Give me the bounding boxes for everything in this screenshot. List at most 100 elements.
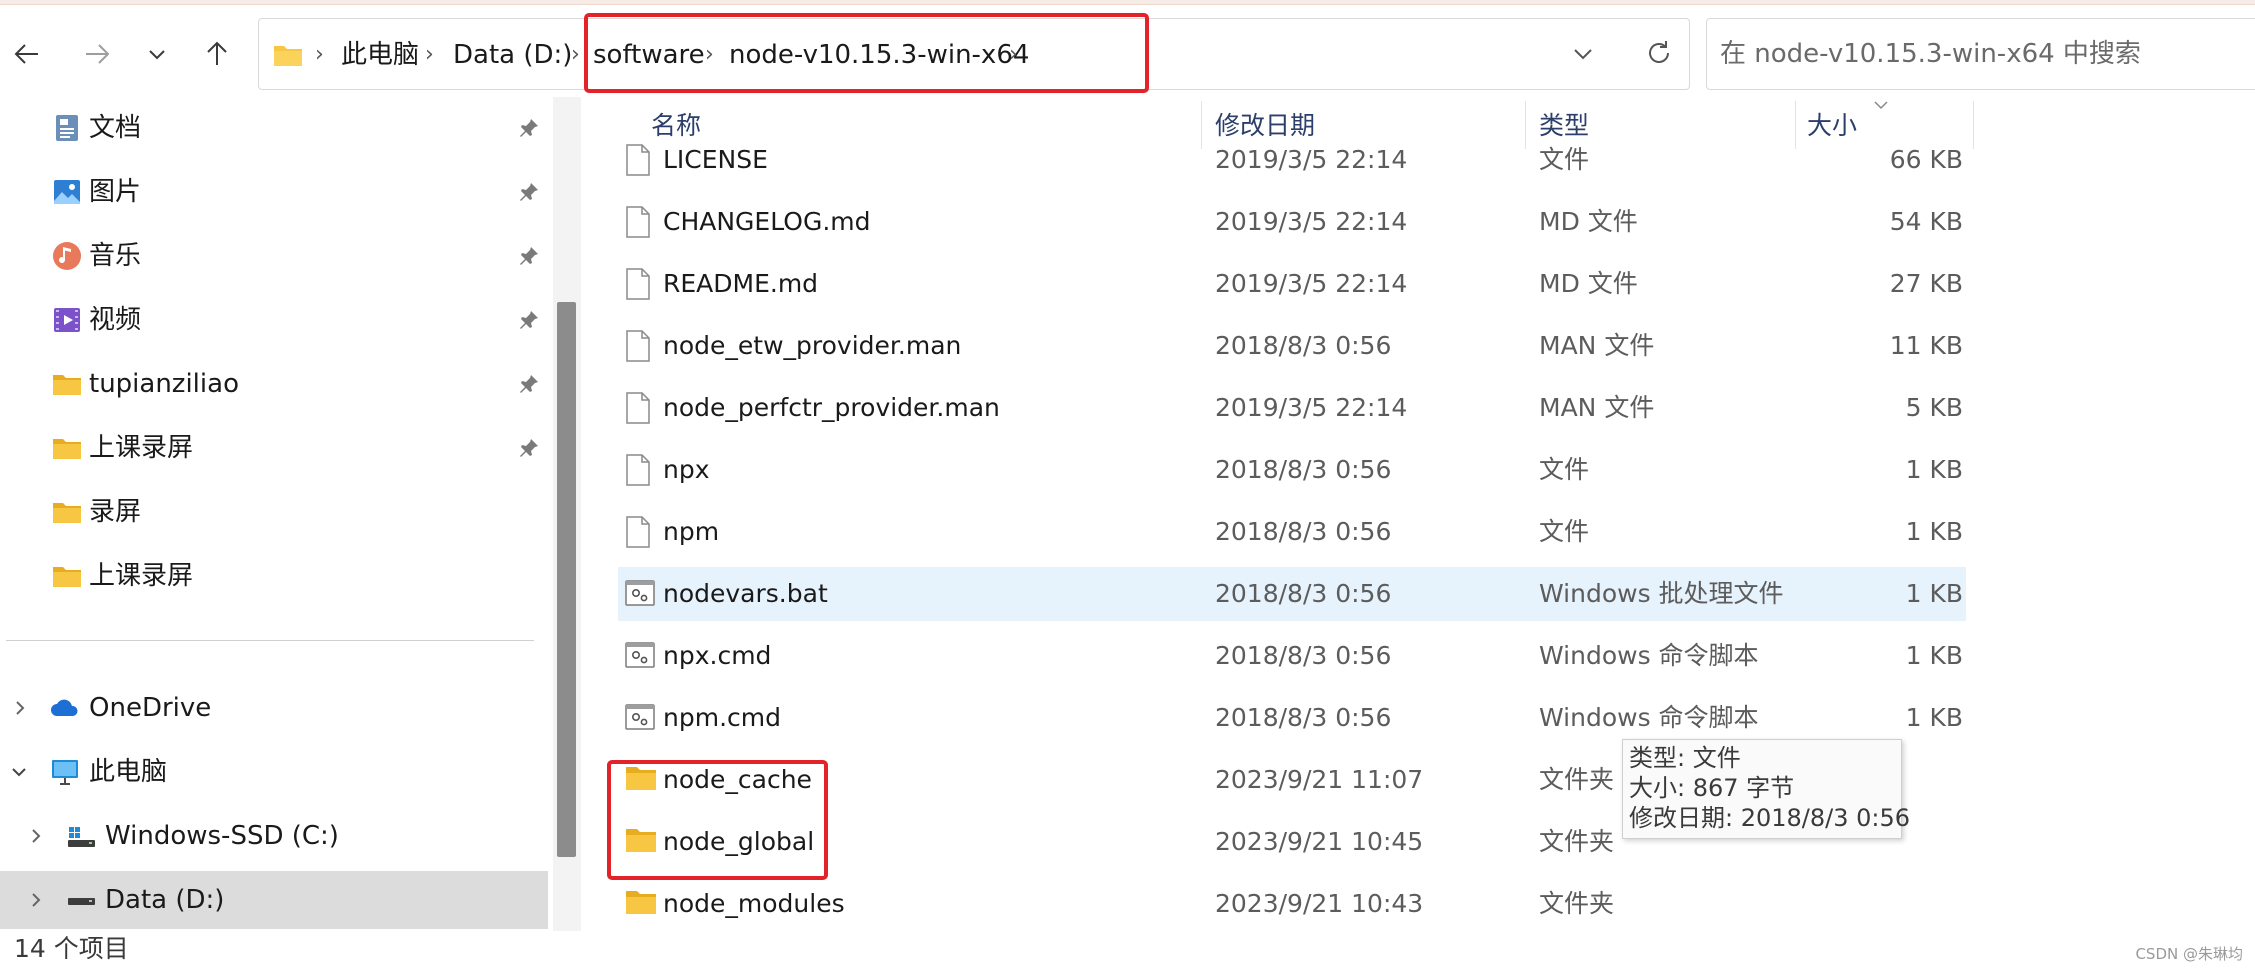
breadcrumb-separator[interactable]: ›: [315, 19, 324, 91]
file-row[interactable]: CHANGELOG.md 2019/3/5 22:14 MD 文件 54 KB: [618, 195, 1966, 249]
watermark: CSDN @朱琳均: [2135, 945, 2243, 963]
file-row[interactable]: npx 2018/8/3 0:56 文件 1 KB: [618, 443, 1966, 497]
tooltip-size: 大小: 867 字节: [1629, 774, 1795, 802]
file-row[interactable]: node_perfctr_provider.man 2019/3/5 22:14 M…: [618, 381, 1966, 435]
sidebar-scrollbar-thumb[interactable]: [557, 302, 576, 857]
file-name: CHANGELOG.md: [663, 207, 871, 236]
sidebar-item-this-pc[interactable]: 此电脑: [0, 743, 548, 801]
file-size: 5 KB: [1905, 393, 1963, 422]
up-button[interactable]: [192, 26, 242, 82]
sidebar-item-screen-recordings[interactable]: 录屏: [0, 483, 548, 541]
breadcrumb-separator[interactable]: ›: [705, 19, 714, 91]
file-row[interactable]: npm.cmd 2018/8/3 0:56 Windows 命令脚本 1 KB: [618, 691, 1966, 745]
back-button[interactable]: [2, 26, 52, 82]
sidebar-item-label: 上课录屏: [89, 561, 194, 591]
status-bar: 14 个项目 CSDN @朱琳均: [0, 931, 2255, 969]
arrow-right-icon: [86, 44, 110, 64]
file-name: node_global: [663, 827, 815, 856]
chevron-down-icon[interactable]: [1570, 41, 1596, 67]
breadcrumb-this-pc[interactable]: 此电脑: [341, 19, 419, 91]
refresh-icon[interactable]: [1643, 37, 1675, 69]
sidebar-item-label: 音乐: [89, 241, 142, 271]
file-type: 文件: [1539, 455, 1590, 484]
videos-icon: [54, 308, 80, 332]
arrow-left-icon: [14, 44, 38, 64]
chevron-right-icon[interactable]: [10, 697, 30, 719]
pin-icon[interactable]: [518, 437, 540, 459]
column-divider[interactable]: [1973, 101, 1974, 149]
breadcrumb-separator[interactable]: ›: [571, 19, 580, 91]
file-size: 1 KB: [1905, 579, 1963, 608]
file-date: 2018/8/3 0:56: [1215, 703, 1392, 732]
file-size: 1 KB: [1905, 455, 1963, 484]
file-row[interactable]: npm 2018/8/3 0:56 文件 1 KB: [618, 505, 1966, 559]
tooltip-type: 类型: 文件: [1629, 744, 1741, 772]
chevron-down-icon[interactable]: [8, 761, 30, 783]
file-row[interactable]: LICENSE 2019/3/5 22:14 文件 66 KB: [618, 133, 1966, 187]
item-count: 14 个项目: [14, 934, 129, 963]
sidebar-item-videos[interactable]: 视频: [0, 291, 548, 349]
pin-icon[interactable]: [518, 181, 540, 203]
file-name: LICENSE: [663, 145, 768, 174]
file-size: 1 KB: [1905, 517, 1963, 546]
script-icon: [625, 702, 655, 736]
sidebar-item-documents[interactable]: 文档: [0, 99, 548, 157]
file-date: 2018/8/3 0:56: [1215, 579, 1392, 608]
file-size: [1818, 877, 1963, 931]
folder-icon: [625, 764, 657, 796]
sidebar-item-windows-ssd[interactable]: Windows-SSD (C:): [0, 807, 548, 865]
file-row[interactable]: nodevars.bat 2018/8/3 0:56 Windows 批处理文件 1 …: [618, 567, 1966, 621]
chevron-right-icon[interactable]: [26, 825, 46, 847]
pin-icon[interactable]: [518, 373, 540, 395]
pin-icon[interactable]: [518, 117, 540, 139]
file-icon: [625, 330, 651, 366]
breadcrumb-software[interactable]: software: [593, 19, 705, 91]
file-type: MD 文件: [1539, 269, 1638, 298]
chevron-right-icon[interactable]: [26, 889, 46, 911]
breadcrumb-data-drive[interactable]: Data (D:): [453, 19, 572, 91]
this-pc-icon: [52, 760, 78, 785]
sidebar-item-label: 文档: [89, 113, 142, 143]
forward-button[interactable]: [72, 26, 122, 82]
pin-icon[interactable]: [518, 245, 540, 267]
file-row[interactable]: node_modules 2023/9/21 10:43 文件夹: [618, 877, 1966, 931]
file-row[interactable]: npx.cmd 2018/8/3 0:56 Windows 命令脚本 1 KB: [618, 629, 1966, 683]
file-date: 2019/3/5 22:14: [1215, 145, 1408, 174]
file-row[interactable]: node_etw_provider.man 2018/8/3 0:56 MAN 文件…: [618, 319, 1966, 373]
file-name: node_etw_provider.man: [663, 331, 962, 360]
file-size: 1 KB: [1905, 641, 1963, 670]
file-type: 文件夹: [1539, 765, 1615, 794]
address-bar[interactable]: › 此电脑 › Data (D:) › software › node-v10.…: [258, 18, 1690, 90]
search-input[interactable]: [1707, 19, 2255, 89]
navigation-bar: › 此电脑 › Data (D:) › software › node-v10.…: [0, 5, 2255, 97]
file-type: Windows 批处理文件: [1539, 579, 1784, 608]
search-box[interactable]: [1706, 18, 2255, 90]
pin-icon[interactable]: [518, 309, 540, 331]
recent-locations-button[interactable]: [132, 26, 182, 82]
sidebar-item-pictures[interactable]: 图片: [0, 163, 548, 221]
file-name: npx.cmd: [663, 641, 772, 670]
file-name: node_modules: [663, 889, 845, 918]
file-icon: [625, 454, 651, 490]
sidebar-item-data-drive[interactable]: Data (D:): [0, 871, 548, 929]
file-name: README.md: [663, 269, 819, 298]
sidebar-item-screen-recordings-class[interactable]: 上课录屏: [0, 419, 548, 477]
file-date: 2019/3/5 22:14: [1215, 393, 1408, 422]
file-row[interactable]: README.md 2019/3/5 22:14 MD 文件 27 KB: [618, 257, 1966, 311]
sidebar-item-music[interactable]: 音乐: [0, 227, 548, 285]
breadcrumb-separator[interactable]: ›: [1009, 19, 1018, 91]
file-date: 2023/9/21 11:07: [1215, 765, 1424, 794]
breadcrumb-node-folder[interactable]: node-v10.15.3-win-x64: [729, 19, 1029, 91]
sidebar-item-tupianziliao[interactable]: tupianziliao: [0, 355, 548, 413]
file-date: 2019/3/5 22:14: [1215, 269, 1408, 298]
file-info-tooltip: 类型: 文件 大小: 867 字节 修改日期: 2018/8/3 0:56: [1622, 739, 1911, 839]
sidebar-item-label: OneDrive: [89, 693, 212, 723]
sort-indicator-icon: [1874, 101, 1888, 110]
tooltip-modified: 修改日期: 2018/8/3 0:56: [1629, 804, 1911, 832]
file-date: 2023/9/21 10:43: [1215, 889, 1424, 918]
sidebar-item-screen-recordings-class-2[interactable]: 上课录屏: [0, 547, 548, 605]
breadcrumb-separator[interactable]: ›: [425, 19, 434, 91]
sidebar-item-onedrive[interactable]: OneDrive: [0, 679, 548, 737]
music-icon: [53, 242, 81, 270]
file-type: 文件: [1539, 145, 1590, 174]
